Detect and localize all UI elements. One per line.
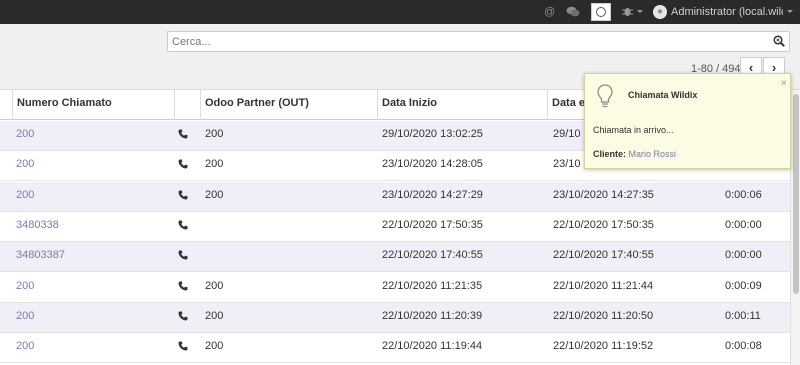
called-number-link[interactable]: 200: [16, 121, 34, 151]
called-number-link[interactable]: 200: [16, 182, 34, 212]
client-label: Cliente:: [593, 149, 627, 159]
table-row[interactable]: 200 200 22/10/2020 11:20:39 22/10/2020 11:2…: [0, 302, 790, 333]
duration-cell: 0:00:08: [725, 340, 762, 353]
called-number-link[interactable]: 200: [16, 151, 34, 181]
called-number-link[interactable]: 34803387: [16, 242, 65, 272]
start-date-cell: 29/10/2020 13:02:25: [382, 128, 483, 140]
table-row[interactable]: 3480338 22/10/2020 17:50:35 22/10/2020 17:…: [0, 211, 790, 242]
start-date-cell: 22/10/2020 11:21:35: [382, 279, 483, 292]
notification-title: Chiamata Wildix: [628, 90, 698, 100]
client-name-link[interactable]: Mario Rossi: [629, 149, 677, 159]
start-date-cell: 23/10/2020 14:28:05: [382, 158, 483, 171]
end-date-cell: 23/10/2020 14:27:35: [553, 188, 654, 201]
top-navbar: @ ◉ Administrator (local.wild...: [0, 0, 800, 24]
chevron-down-icon[interactable]: [787, 10, 793, 13]
debug-icon[interactable]: [622, 6, 633, 17]
phone-icon[interactable]: [178, 159, 188, 169]
system-tray-icon[interactable]: [591, 3, 611, 21]
search-icon[interactable]: [773, 35, 785, 47]
avatar[interactable]: ◉: [653, 5, 667, 19]
start-date-cell: 22/10/2020 17:50:35: [382, 218, 483, 231]
close-icon[interactable]: ×: [781, 78, 787, 89]
duration-cell: 0:00:00: [725, 218, 762, 231]
chevron-down-icon[interactable]: [637, 10, 643, 13]
partner-cell: 200: [205, 340, 224, 353]
duration-cell: 0:00:11: [725, 309, 761, 322]
table-row[interactable]: 200 200 23/10/2020 14:27:29 23/10/2020 14:2…: [0, 181, 790, 212]
incoming-call-notification: Chiamata Wildix × Chiamata in arrivo... …: [584, 73, 791, 169]
duration-cell: 0:00:00: [725, 249, 762, 262]
called-number-link[interactable]: 200: [16, 333, 34, 363]
mention-icon[interactable]: @: [544, 4, 555, 20]
start-date-cell: 22/10/2020 11:20:39: [382, 309, 483, 322]
phone-icon[interactable]: [178, 190, 188, 200]
phone-icon[interactable]: [178, 220, 188, 230]
end-date-cell: 22/10/2020 11:19:52: [553, 340, 654, 353]
end-date-cell: 29/10: [553, 128, 581, 140]
partner-cell: 200: [205, 279, 224, 292]
column-header-call-action: [174, 90, 200, 120]
chat-icon[interactable]: [566, 6, 580, 18]
header-selector: [0, 90, 12, 120]
table-row[interactable]: 34803387 22/10/2020 17:40:55 22/10/2020 17…: [0, 242, 790, 273]
table-row[interactable]: 200 200 22/10/2020 11:21:35 22/10/2020 11:2…: [0, 272, 790, 303]
end-date-cell: 22/10/2020 11:21:44: [553, 279, 654, 292]
called-number-link[interactable]: 200: [16, 273, 34, 303]
scrollbar-thumb[interactable]: [793, 94, 799, 294]
start-date-cell: 22/10/2020 17:40:55: [382, 249, 483, 262]
phone-icon[interactable]: [178, 250, 188, 260]
phone-icon[interactable]: [178, 129, 188, 139]
column-header-data-inizio[interactable]: Data Inizio: [377, 90, 547, 120]
column-header-numero-chiamato[interactable]: Numero Chiamato: [12, 90, 174, 120]
called-number-link[interactable]: 3480338: [16, 212, 59, 242]
notification-message: Chiamata in arrivo...: [593, 125, 674, 135]
lightbulb-icon: [597, 84, 613, 108]
end-date-cell: 23/10: [553, 158, 581, 171]
end-date-cell: 22/10/2020 11:20:50: [553, 309, 654, 322]
start-date-cell: 22/10/2020 11:19:44: [382, 340, 483, 353]
partner-cell: 200: [205, 128, 224, 140]
end-date-cell: 22/10/2020 17:50:35: [553, 218, 654, 231]
partner-cell: 200: [205, 188, 224, 201]
phone-icon[interactable]: [178, 281, 188, 291]
scrollbar[interactable]: [790, 90, 800, 365]
notification-client: Cliente: Mario Rossi: [593, 149, 676, 159]
partner-cell: 200: [205, 158, 224, 171]
search-bar: [167, 31, 790, 52]
partner-cell: 200: [205, 309, 224, 322]
called-number-link[interactable]: 200: [16, 303, 34, 333]
phone-icon[interactable]: [178, 311, 188, 321]
duration-cell: 0:00:06: [725, 188, 762, 201]
table-row[interactable]: 200 200 22/10/2020 11:19:44 22/10/2020 11:1…: [0, 333, 790, 364]
start-date-cell: 23/10/2020 14:27:29: [382, 188, 483, 201]
duration-cell: 0:00:09: [725, 279, 762, 292]
user-menu[interactable]: Administrator (local.wild...: [671, 4, 783, 20]
end-date-cell: 22/10/2020 17:40:55: [553, 249, 654, 262]
search-input[interactable]: [172, 34, 762, 49]
column-header-odoo-partner[interactable]: Odoo Partner (OUT): [200, 90, 377, 120]
phone-icon[interactable]: [178, 341, 188, 351]
